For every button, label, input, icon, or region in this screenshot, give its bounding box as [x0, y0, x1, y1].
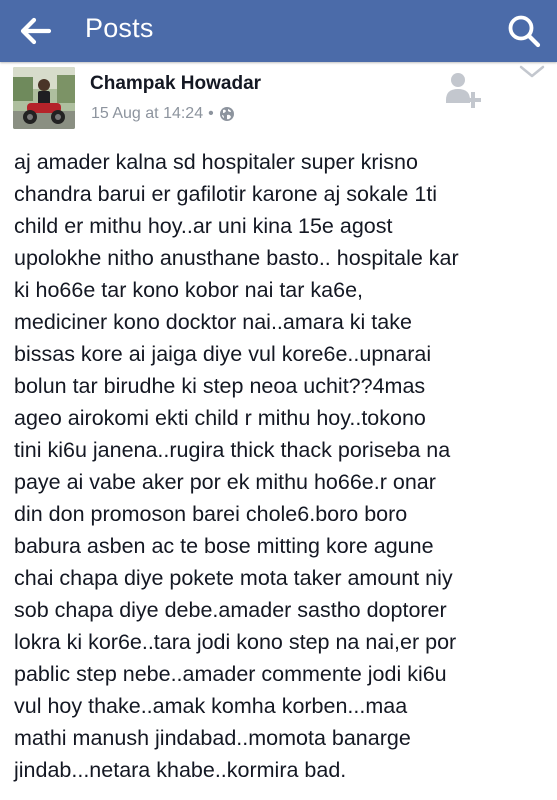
- post-text-line: babura asben ac te bose mitting kore agu…: [14, 534, 434, 558]
- post-text: aj amader kalna sd hospitaler super kris…: [14, 146, 549, 786]
- back-button[interactable]: [16, 12, 56, 50]
- post-text-line: mathi manush jindabad..momota banarge: [14, 726, 411, 750]
- add-friend-icon: [446, 73, 481, 108]
- post-text-line: lokra ki kor6e..tara jodi kono step na n…: [14, 630, 457, 654]
- post-text-line: bissas kore ai jaiga diye vul kore6e..up…: [14, 342, 432, 366]
- post-text-line: din don promoson barei chole6.boro boro: [14, 502, 408, 526]
- post-text-line: tini ki6u janena..rugira thick thack por…: [14, 438, 451, 462]
- post-text-line: pablic step nebe..amader commente jodi k…: [14, 662, 447, 686]
- chevron-down-icon: [519, 65, 545, 78]
- post-text-line: mediciner kono docktor nai..amara ki tak…: [14, 310, 412, 334]
- post-text-line: ageo airokomi ekti child r mithu hoy..to…: [14, 406, 426, 430]
- post-text-line: chandra barui er gafilotir karone aj sok…: [14, 182, 438, 206]
- add-friend-button[interactable]: [444, 70, 484, 112]
- back-arrow-icon: [20, 17, 52, 45]
- top-bar: Posts: [0, 0, 557, 62]
- post-text-line: bolun tar birudhe ki step neoa uchit??4m…: [14, 374, 426, 398]
- post-text-line: ki ho66e tar kono kobor nai tar ka6e,: [14, 278, 363, 302]
- avatar-image: [13, 67, 75, 129]
- post-text-line: jindab...netara khabe..kormira bad.: [14, 758, 347, 782]
- post-text-line: sob chapa diye debe.amader sastho doptor…: [14, 598, 447, 622]
- post-timestamp[interactable]: 15 Aug at 14:24: [91, 105, 203, 123]
- post-meta: 15 Aug at 14:24 •: [91, 105, 235, 123]
- post-text-line: paye ai vabe aker por ek mithu ho66e.r o…: [14, 470, 436, 494]
- globe-icon: [219, 107, 234, 121]
- search-icon: [508, 15, 541, 48]
- post-text-line: vul hoy thake..amak komha korben...maa: [14, 694, 408, 718]
- post-text-line: chai chapa diye pokete mota taker amount…: [14, 566, 453, 590]
- avatar[interactable]: [13, 67, 75, 129]
- page-title: Posts: [85, 13, 154, 43]
- post-options-button[interactable]: [518, 62, 546, 82]
- post-text-line: upolokhe nitho anusthane basto.. hospita…: [14, 246, 459, 270]
- post-text-line: child er mithu hoy..ar uni kina 15e agos…: [14, 214, 393, 238]
- meta-separator: •: [208, 105, 214, 122]
- post-text-line: aj amader kalna sd hospitaler super kris…: [14, 150, 418, 174]
- post-header: Champak Howadar 15 Aug at 14:24 •: [0, 62, 557, 142]
- search-button[interactable]: [503, 10, 545, 52]
- author-name[interactable]: Champak Howadar: [90, 73, 261, 95]
